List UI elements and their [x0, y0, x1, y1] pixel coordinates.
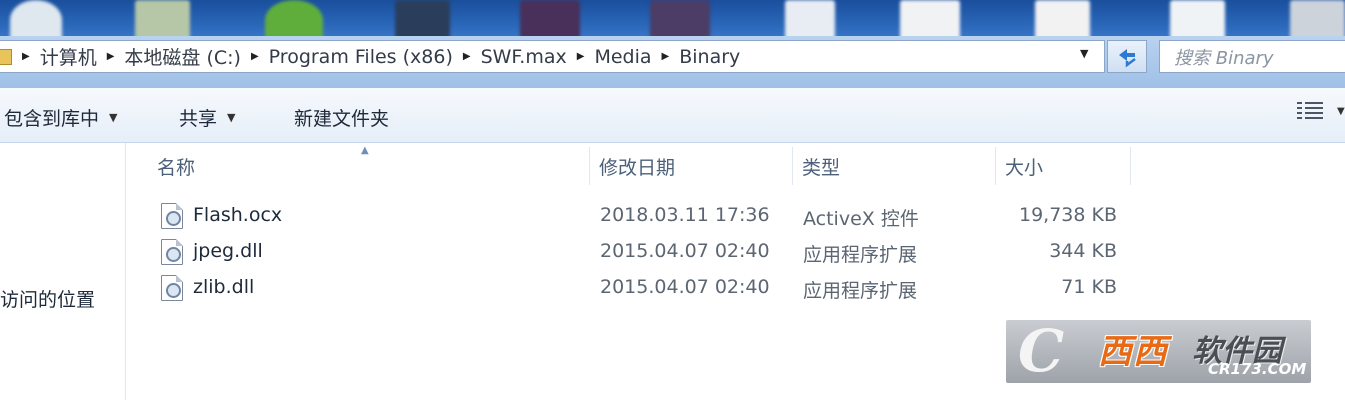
desktop-icon — [650, 0, 710, 40]
breadcrumb-arrow-icon[interactable]: ▶ — [577, 51, 585, 62]
chevron-down-icon: ▼ — [109, 111, 118, 124]
share-label: 共享 — [179, 108, 218, 130]
share-button[interactable]: 共享 ▼ — [179, 104, 235, 131]
breadcrumb-arrow-icon[interactable]: ▶ — [463, 51, 471, 62]
desktop-icon — [265, 0, 323, 40]
file-size: 344 KB — [1049, 240, 1117, 262]
file-row[interactable]: zlib.dll 2015.04.07 02:40 应用程序扩展 71 KB — [157, 271, 1157, 307]
column-header-type[interactable]: 类型 — [794, 143, 994, 189]
desktop-icon — [1290, 0, 1345, 40]
file-type: 应用程序扩展 — [803, 280, 918, 302]
include-in-library-button[interactable]: 包含到库中 ▼ — [4, 104, 117, 131]
file-modified-date: 2015.04.07 02:40 — [600, 240, 770, 262]
command-toolbar: 包含到库中 ▼ 共享 ▼ 新建文件夹 ▼ — [0, 88, 1345, 143]
file-name: Flash.ocx — [193, 204, 283, 226]
breadcrumb-arrow-icon[interactable]: ▶ — [251, 51, 259, 62]
desktop-icon — [520, 0, 580, 40]
dll-file-icon — [161, 275, 183, 301]
breadcrumb-binary[interactable]: Binary — [679, 46, 740, 68]
view-options-button[interactable]: ▼ — [1297, 102, 1345, 120]
breadcrumb-arrow-icon[interactable]: ▶ — [107, 51, 115, 62]
column-divider[interactable] — [1130, 147, 1131, 185]
file-size: 19,738 KB — [1018, 204, 1117, 226]
search-input[interactable]: 搜索 Binary — [1159, 40, 1345, 73]
breadcrumb-arrow-icon[interactable]: ▶ — [22, 51, 30, 62]
desktop-icon — [785, 0, 835, 40]
address-bar-row: ▶ 计算机 ▶ 本地磁盘 (C:) ▶ Program Files (x86) … — [0, 36, 1345, 88]
address-bar[interactable]: ▶ 计算机 ▶ 本地磁盘 (C:) ▶ Program Files (x86) … — [0, 40, 1105, 73]
file-modified-date: 2018.03.11 17:36 — [600, 204, 770, 226]
dll-file-icon — [161, 239, 183, 265]
column-divider[interactable] — [995, 147, 996, 185]
desktop-icon — [135, 0, 190, 40]
desktop-icon — [1170, 0, 1225, 40]
chevron-down-icon: ▼ — [227, 111, 236, 124]
column-divider[interactable] — [589, 147, 590, 185]
dll-file-icon — [161, 203, 183, 229]
column-header-row: ▲ 名称 修改日期 类型 大小 — [127, 143, 1131, 189]
view-options-icon — [1297, 102, 1323, 120]
breadcrumb-program-files[interactable]: Program Files (x86) — [269, 46, 453, 68]
file-name: zlib.dll — [193, 276, 255, 298]
file-name: jpeg.dll — [193, 240, 263, 262]
nav-item-recent-places[interactable]: 访问的位置 — [0, 285, 95, 312]
column-header-size[interactable]: 大小 — [997, 143, 1131, 189]
column-header-modified[interactable]: 修改日期 — [591, 143, 791, 189]
desktop-background — [0, 0, 1345, 40]
desktop-icon — [900, 0, 960, 40]
breadcrumb-swf-max[interactable]: SWF.max — [481, 46, 567, 68]
column-name-label: 名称 — [157, 156, 196, 179]
file-size: 71 KB — [1061, 276, 1117, 298]
file-row[interactable]: Flash.ocx 2018.03.11 17:36 ActiveX 控件 19… — [157, 199, 1157, 235]
column-size-label: 大小 — [1005, 156, 1044, 179]
refresh-icon — [1119, 48, 1136, 67]
file-row[interactable]: jpeg.dll 2015.04.07 02:40 应用程序扩展 344 KB — [157, 235, 1157, 271]
watermark-url: CR173.COM — [1208, 360, 1307, 378]
file-type: 应用程序扩展 — [803, 244, 918, 266]
breadcrumb-local-disk[interactable]: 本地磁盘 (C:) — [124, 43, 241, 70]
desktop-icon — [1035, 0, 1090, 40]
desktop-icon — [10, 0, 62, 40]
column-header-name[interactable]: 名称 — [149, 143, 589, 189]
watermark-letter: C — [1018, 320, 1065, 383]
new-folder-button[interactable]: 新建文件夹 — [294, 104, 389, 131]
breadcrumb-media[interactable]: Media — [594, 46, 651, 68]
folder-icon — [0, 48, 12, 65]
column-type-label: 类型 — [802, 156, 841, 179]
desktop-icon — [395, 0, 450, 40]
column-modified-label: 修改日期 — [599, 156, 676, 179]
breadcrumb-computer[interactable]: 计算机 — [40, 43, 97, 70]
site-watermark-logo: C 西西 软件园 CR173.COM — [1006, 320, 1311, 383]
column-divider[interactable] — [792, 147, 793, 185]
file-modified-date: 2015.04.07 02:40 — [600, 276, 770, 298]
file-type: ActiveX 控件 — [803, 208, 919, 230]
search-placeholder: 搜索 Binary — [1174, 47, 1274, 69]
new-folder-label: 新建文件夹 — [294, 108, 390, 130]
chevron-down-icon: ▼ — [1337, 105, 1345, 117]
navigation-pane: 访问的位置 — [0, 143, 126, 400]
refresh-button[interactable] — [1107, 40, 1147, 73]
watermark-brand: 西西 — [1098, 332, 1168, 372]
address-history-dropdown-icon[interactable]: ▼ — [1080, 47, 1088, 60]
include-in-library-label: 包含到库中 — [4, 108, 100, 130]
breadcrumb-arrow-icon[interactable]: ▶ — [662, 51, 670, 62]
